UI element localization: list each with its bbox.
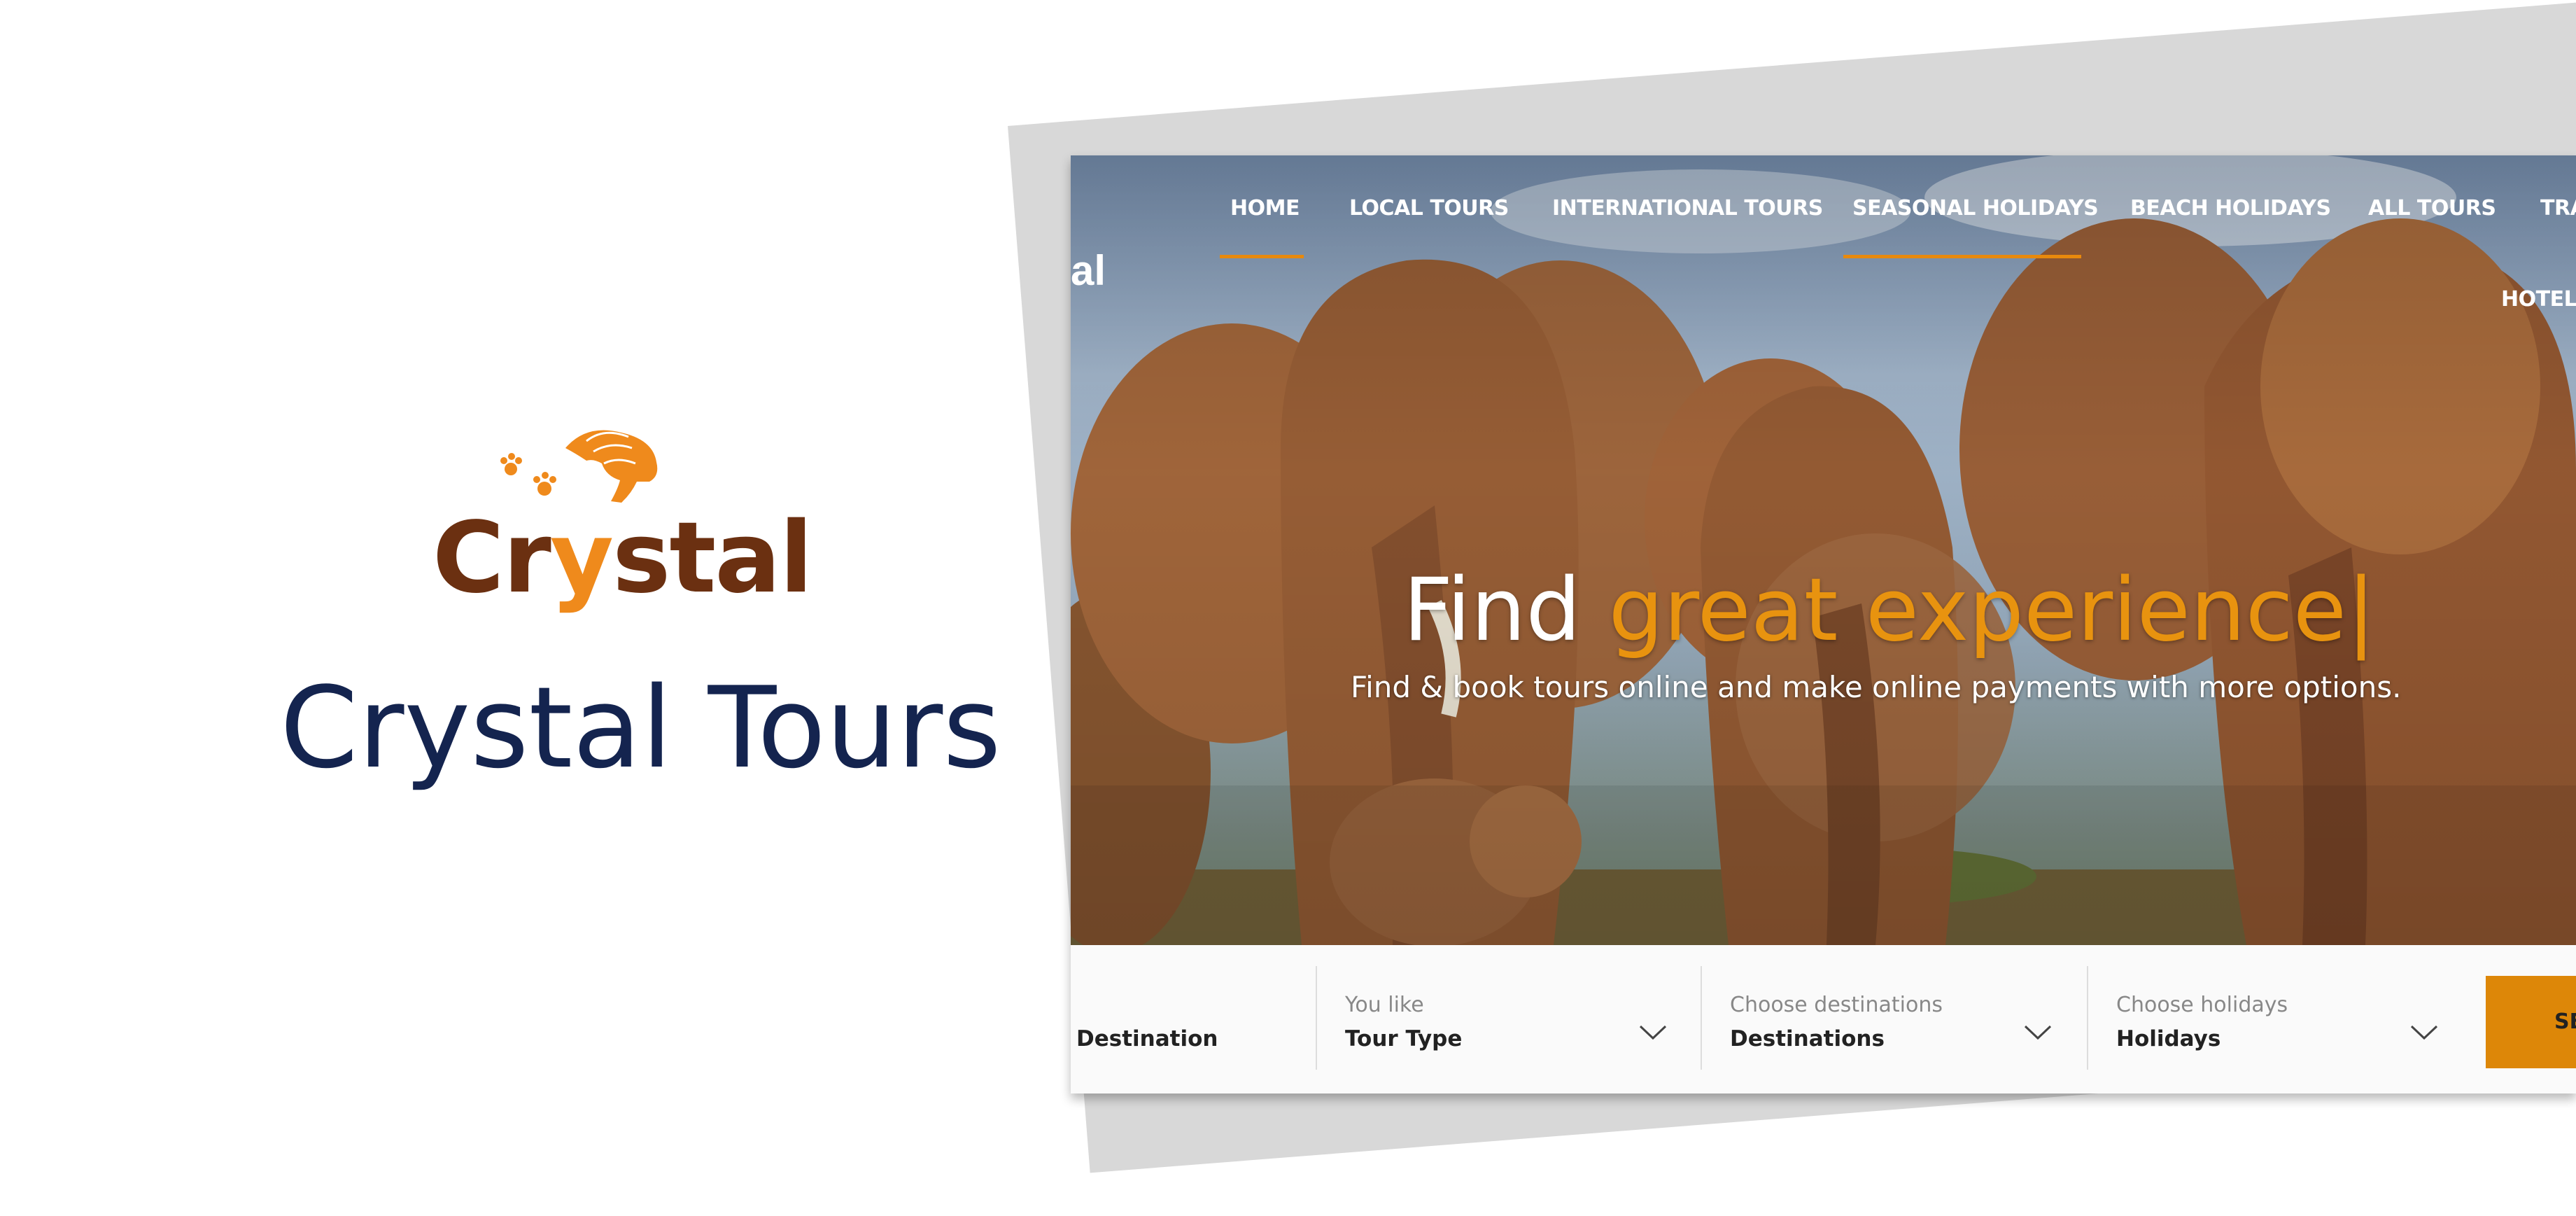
nav-local-tours[interactable]: LOCAL TOURS xyxy=(1349,196,1509,221)
holidays-label: Choose holidays xyxy=(2116,993,2288,1017)
chevron-down-icon[interactable] xyxy=(2410,1024,2438,1041)
nav-beach-holidays[interactable]: BEACH HOLIDAYS xyxy=(2130,196,2331,221)
nav-travel[interactable]: TRA xyxy=(2540,196,2576,221)
destinations-select[interactable]: Choose destinations Destinations xyxy=(1730,965,2080,1070)
nav-international-tours[interactable]: INTERNATIONAL TOURS xyxy=(1552,196,1823,221)
field-divider xyxy=(1701,966,1702,1070)
chevron-down-icon[interactable] xyxy=(1639,1024,1667,1041)
holidays-value: Holidays xyxy=(2116,1026,2221,1051)
tour-type-label: You like xyxy=(1345,993,1424,1017)
destination-field[interactable]: Destination xyxy=(1076,965,1286,1070)
tour-type-value: Tour Type xyxy=(1345,1026,1463,1051)
tour-type-select[interactable]: You like Tour Type xyxy=(1345,965,1695,1070)
nav-seasonal-active-underline xyxy=(1843,255,2081,258)
hero-headline: Find great experience| xyxy=(1403,560,2376,661)
main-navigation: HOME LOCAL TOURS INTERNATIONAL TOURS SEA… xyxy=(1071,155,2576,312)
nav-home[interactable]: HOME xyxy=(1230,196,1300,221)
tour-search-bar: Destination You like Tour Type Choose de… xyxy=(1071,945,2576,1093)
nav-home-active-underline xyxy=(1220,255,1304,258)
typing-caret: | xyxy=(2346,560,2376,661)
field-divider xyxy=(1316,966,1317,1070)
crystal-logo: Crystal xyxy=(432,420,813,623)
search-button[interactable]: SE xyxy=(2486,976,2576,1068)
destinations-label: Choose destinations xyxy=(1730,993,1943,1017)
website-preview: al HOME LOCAL TOURS INTERNATIONAL TOURS … xyxy=(1071,155,2576,1093)
hero-banner: al HOME LOCAL TOURS INTERNATIONAL TOURS … xyxy=(1071,155,2576,945)
lion-head-with-paw-prints-icon xyxy=(500,430,658,503)
chevron-down-icon[interactable] xyxy=(2024,1024,2052,1041)
holidays-select[interactable]: Choose holidays Holidays xyxy=(2116,965,2466,1070)
logo-wordmark: Crystal xyxy=(432,501,813,615)
nav-seasonal-holidays[interactable]: SEASONAL HOLIDAYS xyxy=(1852,196,2099,221)
field-divider xyxy=(2087,966,2088,1070)
destination-value: Destination xyxy=(1076,1026,1218,1051)
hero-subheadline: Find & book tours online and make online… xyxy=(1351,670,2402,704)
nav-hotels[interactable]: HOTELS xyxy=(2501,287,2576,312)
nav-all-tours[interactable]: ALL TOURS xyxy=(2368,196,2496,221)
destinations-value: Destinations xyxy=(1730,1026,1885,1051)
brand-title: Crystal Tours xyxy=(280,662,1001,793)
hero-headline-accent: great experience xyxy=(1608,560,2347,661)
